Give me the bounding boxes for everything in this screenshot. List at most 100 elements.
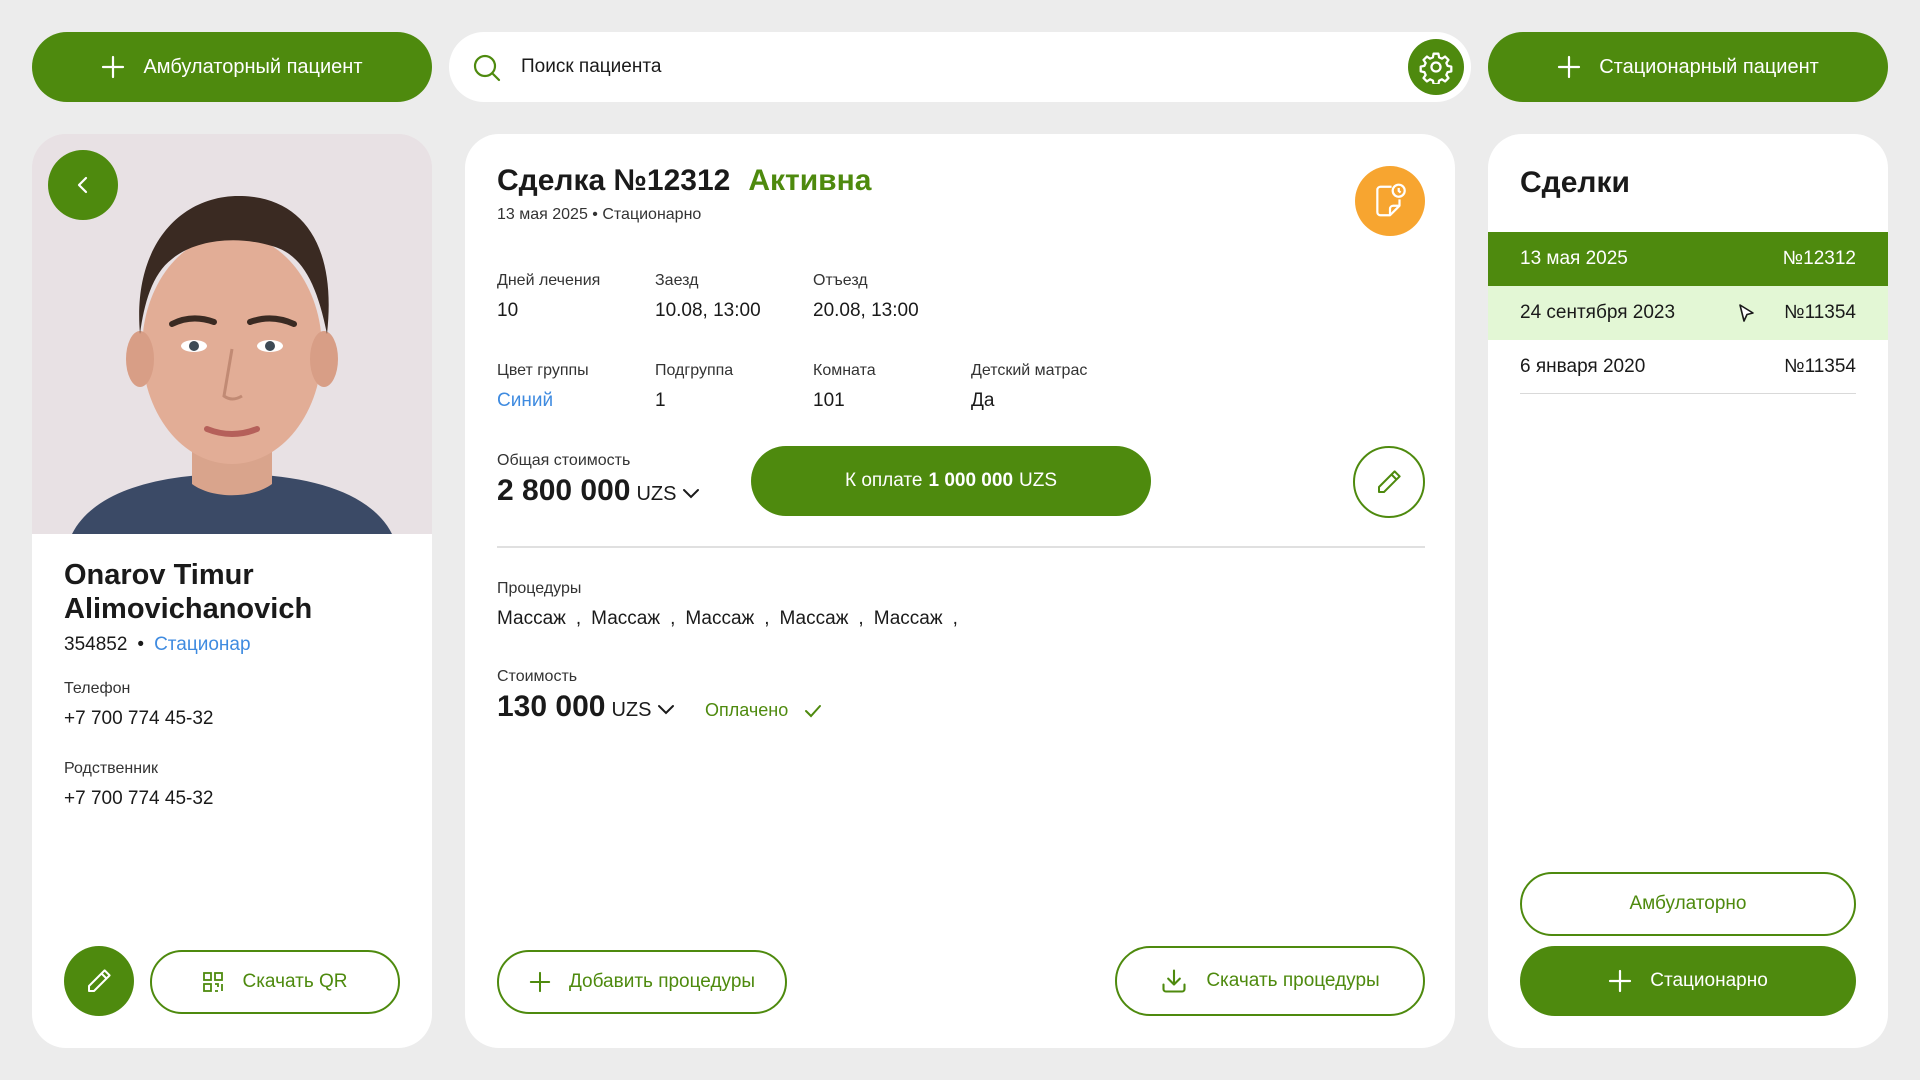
patient-search-input[interactable] [521,50,1321,84]
phone-label: Телефон [64,680,131,697]
patient-name-line1: Onarov Timur [64,559,254,591]
download-qr-button[interactable]: Скачать QR [150,950,400,1014]
field-label: Комната [813,362,876,379]
pay-button[interactable]: К оплате 1 000 000 UZS [751,446,1151,516]
procedure-item[interactable]: Массаж [591,608,660,630]
add-ambulatory-patient-button[interactable]: Амбулаторный пациент [32,32,432,102]
document-clock-icon [1371,182,1409,220]
download-icon [1160,967,1188,995]
patient-search-bar [449,32,1471,102]
pay-prefix: К оплате [844,470,923,491]
add-procedures-button[interactable]: Добавить процедуры [497,950,787,1014]
field-value: 20.08, 13:00 [813,300,919,321]
filter-ambulatory-button[interactable]: Амбулаторно [1520,872,1856,936]
patient-card: Onarov Timur Alimovichanovich 354852 • С… [32,134,432,1048]
add-inpatient-patient-label: Стационарный пациент [1599,55,1819,78]
cost-currency: UZS [611,699,652,721]
edit-deal-button[interactable] [1353,446,1425,518]
edit-patient-button[interactable] [64,946,134,1016]
deal-title: Сделка №12312 [497,164,731,197]
pay-currency: UZS [1019,470,1058,491]
patient-name-line2: Alimovichanovich [64,593,313,625]
deal-date: 24 сентября 2023 [1520,302,1676,323]
relative-phone-value: +7 700 774 45-32 [64,788,214,809]
back-button[interactable] [48,150,118,220]
deal-history-button[interactable] [1355,166,1425,236]
field-value: 1 [655,390,666,411]
phone-value: +7 700 774 45-32 [64,708,214,729]
deal-card: Сделка №12312 Активна 13 мая 2025 • Стац… [465,134,1455,1048]
check-icon [804,704,822,718]
chevron-down-icon [657,704,675,716]
deal-header: Сделка №12312 Активна [497,164,871,198]
deal-number: №11354 [1784,302,1856,323]
procedure-item[interactable]: Массаж [874,608,943,630]
field-label: Подгруппа [655,362,734,379]
deal-subtitle: 13 мая 2025 • Стационарно [497,206,702,223]
deal-date: 13 мая 2025 [1520,248,1628,269]
add-inpatient-deal-button[interactable]: Стационарно [1520,946,1856,1016]
cost-value: 130 000 [497,690,606,723]
qr-code-icon [202,971,224,993]
patient-name: Onarov Timur Alimovichanovich [64,558,312,626]
search-settings-button[interactable] [1408,39,1464,95]
search-icon [473,54,501,82]
field-value: Да [971,390,995,411]
deal-status: Активна [748,164,872,197]
patient-type-link[interactable]: Стационар [154,634,250,656]
cost-label: Стоимость [497,668,578,685]
field-label: Детский матрас [971,362,1088,379]
field-label: Отъезд [813,272,868,289]
deals-panel: Сделки 13 мая 2025 №12312 24 сентября 20… [1488,134,1888,1048]
procedure-item[interactable]: Массаж [497,608,566,630]
download-procedures-button[interactable]: Скачать процедуры [1115,946,1425,1016]
filter-ambulatory-label: Амбулаторно [1629,893,1747,914]
total-cost-dropdown[interactable]: 2 800 000 UZS [497,474,700,508]
procedure-item[interactable]: Массаж [685,608,754,630]
field-label: Цвет группы [497,362,589,379]
total-cost-value: 2 800 000 [497,474,631,507]
field-label: Дней лечения [497,272,601,289]
procedures-label: Процедуры [497,580,582,597]
deal-number: №12312 [1782,248,1856,269]
relative-label: Родственник [64,760,159,777]
field-value: 10 [497,300,519,321]
deals-title: Сделки [1520,166,1630,199]
plus-icon [529,971,551,993]
procedure-item[interactable]: Массаж [780,608,849,630]
add-procedures-label: Добавить процедуры [568,971,756,992]
patient-id: 354852 [64,634,128,655]
deal-list-item[interactable]: 13 мая 2025 №12312 [1488,232,1888,286]
add-inpatient-deal-label: Стационарно [1650,970,1768,991]
chevron-down-icon [682,488,700,500]
download-procedures-label: Скачать процедуры [1206,970,1380,991]
chevron-left-icon [73,175,93,195]
deal-list-item[interactable]: 6 января 2020 №11354 [1488,340,1888,394]
total-cost-currency: UZS [636,483,677,505]
deal-divider [497,546,1425,548]
deal-list-item[interactable]: 24 сентября 2023 №11354 [1488,286,1888,340]
row-divider [1520,393,1856,394]
cost-dropdown[interactable]: 130 000 UZS [497,690,675,724]
paid-status: Оплачено [705,700,822,721]
add-inpatient-patient-button[interactable]: Стационарный пациент [1488,32,1888,102]
pencil-icon [84,966,114,996]
total-cost-label: Общая стоимость [497,452,631,469]
plus-icon [1557,55,1581,79]
paid-status-label: Оплачено [705,700,789,720]
patient-id-row: 354852 • Стационар [64,634,251,656]
plus-icon [1608,969,1632,993]
procedures-list: Массаж, Массаж, Массаж, Массаж, Массаж, [497,608,958,630]
pencil-icon [1374,467,1404,497]
gear-icon [1419,50,1453,84]
deal-number: №11354 [1784,356,1856,377]
cursor-arrow-icon [1738,303,1756,323]
add-ambulatory-patient-label: Амбулаторный пациент [143,55,363,78]
plus-icon [101,55,125,79]
deal-date: 6 января 2020 [1520,356,1646,377]
patient-id-separator: • [137,634,145,655]
download-qr-label: Скачать QR [242,971,348,992]
field-value: 10.08, 13:00 [655,300,761,321]
field-value: 101 [813,390,845,411]
pay-amount: 1 000 000 [928,470,1014,491]
